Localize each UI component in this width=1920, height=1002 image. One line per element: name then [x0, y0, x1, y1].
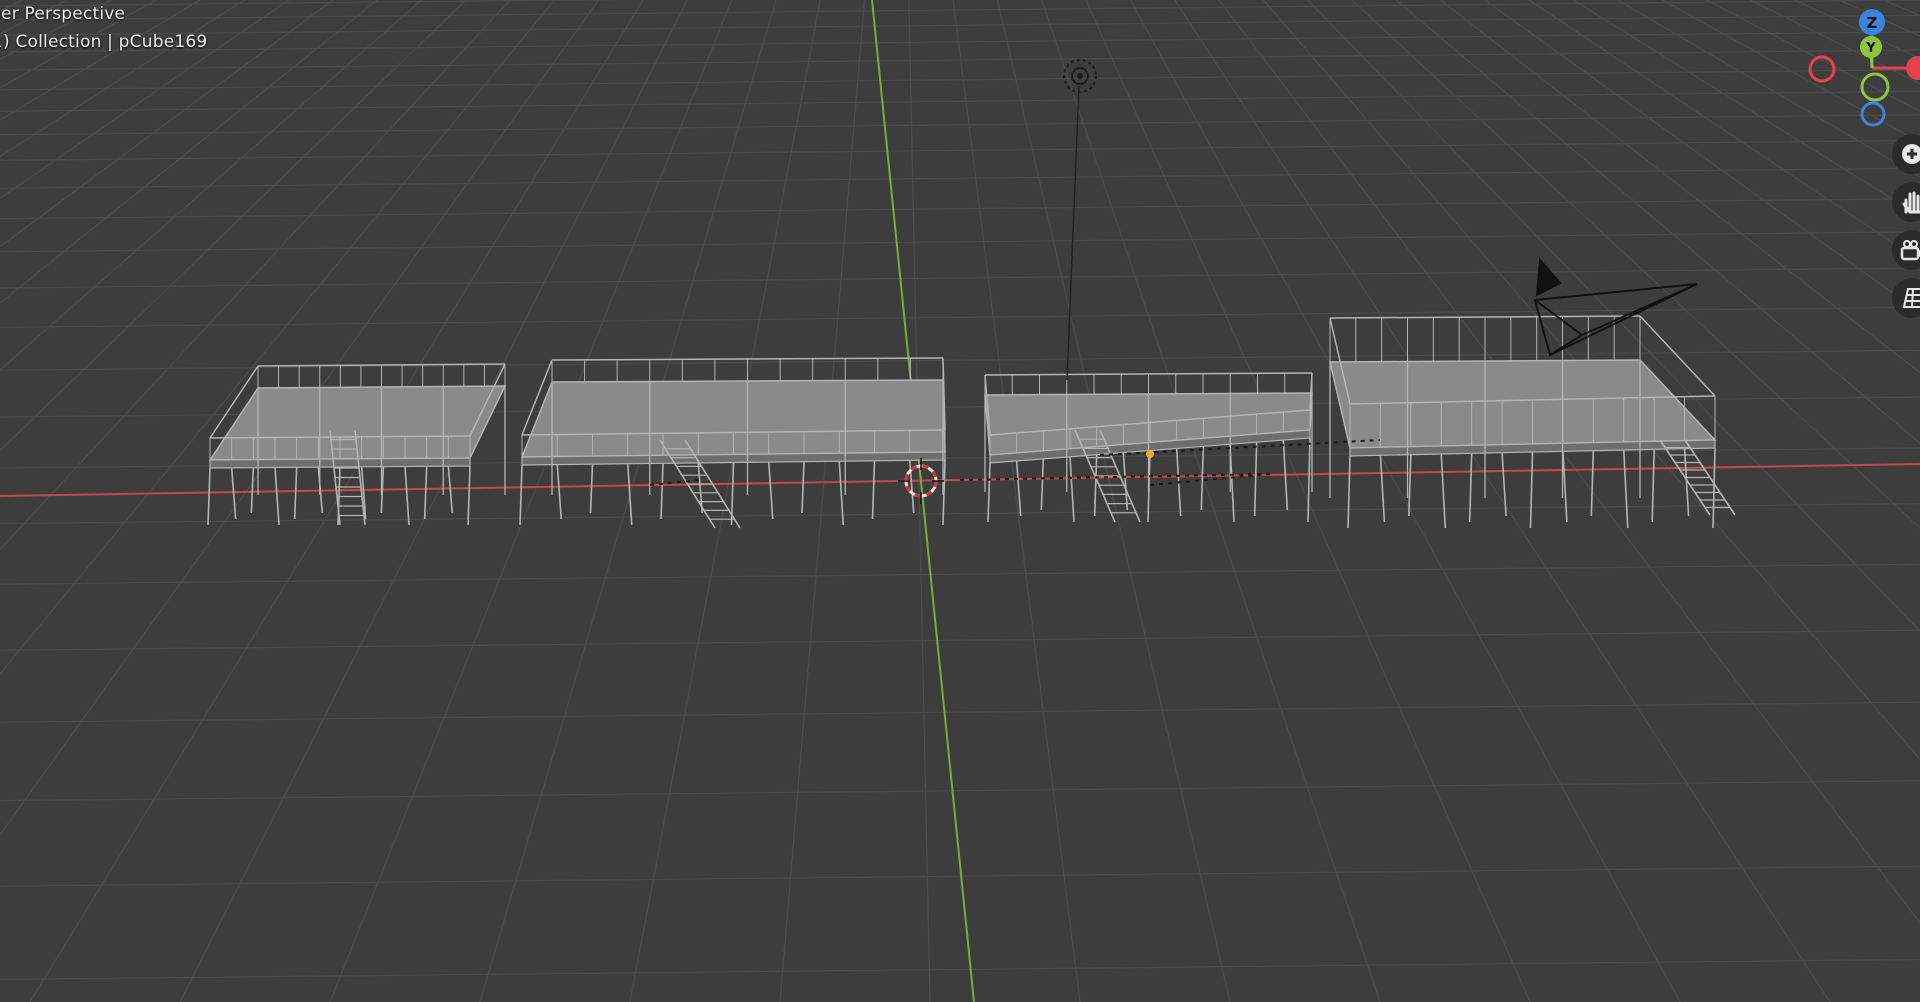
perspective-grid-icon: [1902, 288, 1920, 308]
viewport-scene[interactable]: Z Y: [0, 0, 1920, 1002]
svg-text:Y: Y: [1865, 41, 1876, 56]
pan-hand-icon: [1902, 191, 1920, 214]
zoom-icon: [1902, 144, 1920, 164]
platform-4[interactable]: [1329, 315, 1736, 529]
gizmo-x-axis[interactable]: [1906, 56, 1920, 80]
gizmo-z-axis[interactable]: Z: [1859, 9, 1885, 35]
object-origin-point: [1146, 450, 1154, 458]
camera-icon: [1900, 240, 1920, 261]
floor-grid: [0, 0, 1920, 1002]
camera-object[interactable]: [1533, 257, 1698, 357]
context-info-label: 1) Collection | pCube169: [0, 32, 208, 52]
view-name-label: ser Perspective: [0, 4, 126, 24]
navigation-gizmo[interactable]: Z Y: [1808, 9, 1920, 127]
gizmo-neg-y[interactable]: [1860, 72, 1890, 102]
3d-viewport[interactable]: Z Y ser Perspective 1) Collection | pCub…: [0, 0, 1920, 1002]
gizmo-y-axis[interactable]: Y: [1860, 36, 1882, 58]
platform-1[interactable]: [207, 363, 507, 526]
gizmo-neg-z[interactable]: [1860, 101, 1886, 127]
light-object[interactable]: [1063, 59, 1097, 381]
platform-2[interactable]: [519, 357, 946, 529]
platform-3[interactable]: [984, 372, 1313, 523]
platforms-group: [207, 315, 1736, 529]
svg-text:Z: Z: [1867, 14, 1878, 32]
